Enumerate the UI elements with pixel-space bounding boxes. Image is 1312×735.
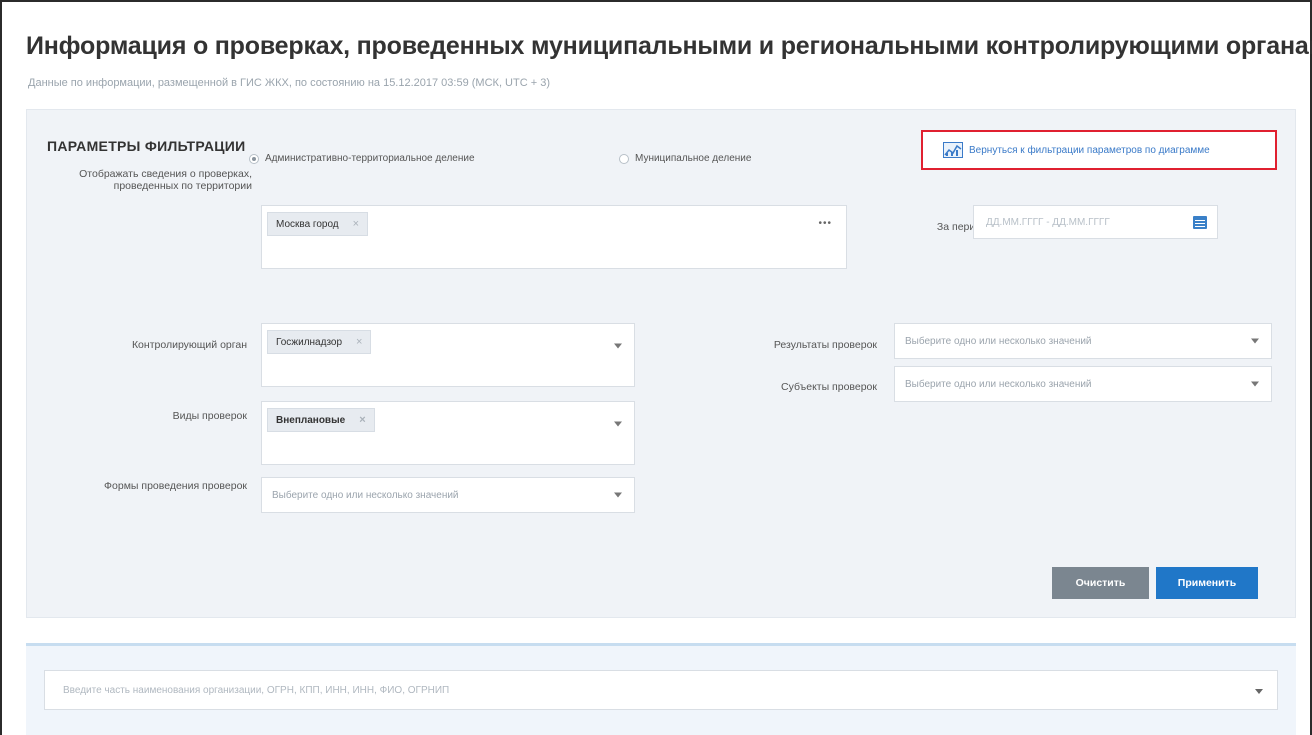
tag-label: Москва город [276,218,339,230]
inspection-forms-placeholder: Выберите одно или несколько значений [272,489,459,501]
filter-heading: ПАРАМЕТРЫ ФИЛЬТРАЦИИ [47,138,246,154]
chevron-down-icon[interactable] [614,343,622,349]
radio-admin-division[interactable]: Административно-территориальное деление [249,153,475,164]
chevron-down-icon[interactable] [1251,381,1259,387]
subjects-placeholder: Выберите одно или несколько значений [905,378,1092,390]
chevron-down-icon[interactable] [614,492,622,498]
close-icon[interactable]: × [356,336,362,348]
close-icon[interactable]: × [359,414,365,426]
apply-button[interactable]: Применить [1156,567,1258,599]
chevron-down-icon[interactable] [614,421,622,427]
diagram-filter-link[interactable]: Вернуться к фильтрации параметров по диа… [921,130,1277,170]
clear-button[interactable]: Очистить [1052,567,1149,599]
radio-label: Муниципальное деление [635,153,752,164]
results-label: Результаты проверок [773,339,877,351]
territory-label: Отображать сведения о проверках, проведе… [79,168,252,192]
chart-icon [943,142,963,158]
subjects-label: Субъекты проверок [781,381,877,393]
search-panel: Введите часть наименования организации, … [26,643,1296,735]
period-placeholder: ДД.ММ.ГГГГ - ДД.ММ.ГГГГ [986,216,1110,228]
tag-label: Внеплановые [276,414,346,426]
period-field[interactable]: ДД.ММ.ГГГГ - ДД.ММ.ГГГГ [973,205,1218,239]
inspection-types-label: Виды проверок [172,410,247,422]
inspection-forms-field[interactable]: Выберите одно или несколько значений [261,477,635,513]
results-field[interactable]: Выберите одно или несколько значений [894,323,1272,359]
ellipsis-icon[interactable]: ••• [818,218,832,229]
control-body-field[interactable]: Госжилнадзор × [261,323,635,387]
radio-dot [619,153,629,164]
calendar-icon[interactable] [1193,216,1207,229]
diagram-link-label: Вернуться к фильтрации параметров по диа… [969,144,1210,156]
territory-field[interactable]: Москва город × ••• [261,205,847,269]
close-icon[interactable]: × [353,218,359,230]
inspection-types-field[interactable]: Внеплановые × [261,401,635,465]
subjects-field[interactable]: Выберите одно или несколько значений [894,366,1272,402]
search-placeholder: Введите часть наименования организации, … [63,684,450,696]
page-subtitle: Данные по информации, размещенной в ГИС … [28,77,550,89]
radio-dot-checked [249,153,259,164]
radio-label: Административно-территориальное деление [265,153,475,164]
inspection-forms-label: Формы проведения проверок [104,480,247,492]
filter-panel: ПАРАМЕТРЫ ФИЛЬТРАЦИИ Вернуться к фильтра… [26,109,1296,618]
territory-tag: Москва город × [267,212,369,236]
chevron-down-icon[interactable] [1251,338,1259,344]
page-title: Информация о проверках, проведенных муни… [26,32,1312,60]
inspection-types-tag: Внеплановые × [267,408,375,432]
control-body-tag: Госжилнадзор × [267,330,372,354]
tag-label: Госжилнадзор [276,336,343,348]
organization-search-input[interactable]: Введите часть наименования организации, … [44,670,1278,710]
control-body-label: Контролирующий орган [131,339,247,351]
radio-municipal-division[interactable]: Муниципальное деление [619,153,751,164]
chevron-down-icon[interactable] [1255,689,1263,694]
results-placeholder: Выберите одно или несколько значений [905,335,1092,347]
